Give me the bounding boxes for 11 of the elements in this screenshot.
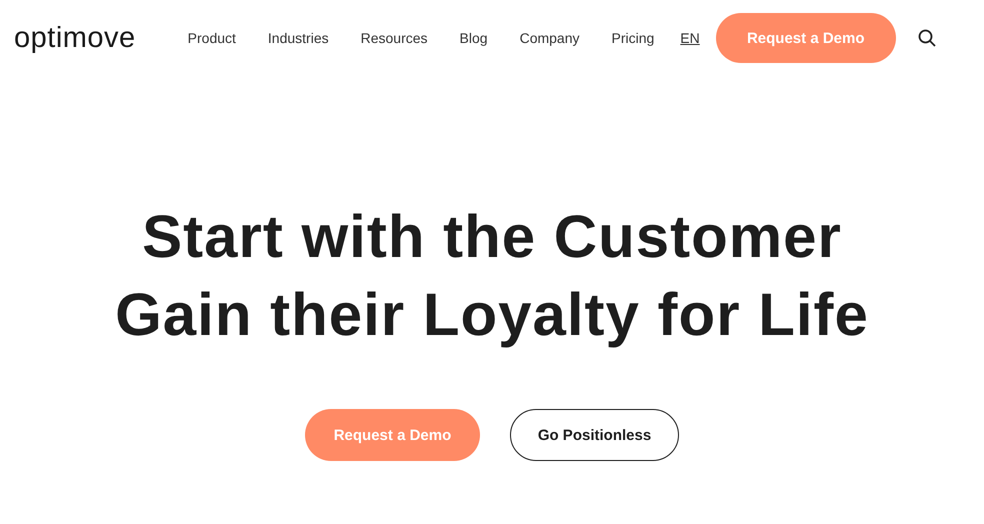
nav-link[interactable]: Industries bbox=[252, 30, 345, 46]
nav-link[interactable]: Product bbox=[172, 30, 252, 46]
positionless-button[interactable]: Go Positionless bbox=[510, 409, 679, 461]
nav-link[interactable]: Company bbox=[504, 30, 596, 46]
nav-link[interactable]: Blog bbox=[444, 30, 504, 46]
search-icon[interactable] bbox=[918, 29, 936, 47]
logo[interactable]: optimove bbox=[14, 22, 136, 54]
language-link[interactable]: EN bbox=[680, 30, 700, 46]
headline: Start with the Customer Gain their Loyalty for Life bbox=[115, 202, 869, 350]
nav-link[interactable]: Pricing bbox=[596, 30, 670, 46]
nav-link[interactable]: Resources bbox=[344, 30, 444, 46]
